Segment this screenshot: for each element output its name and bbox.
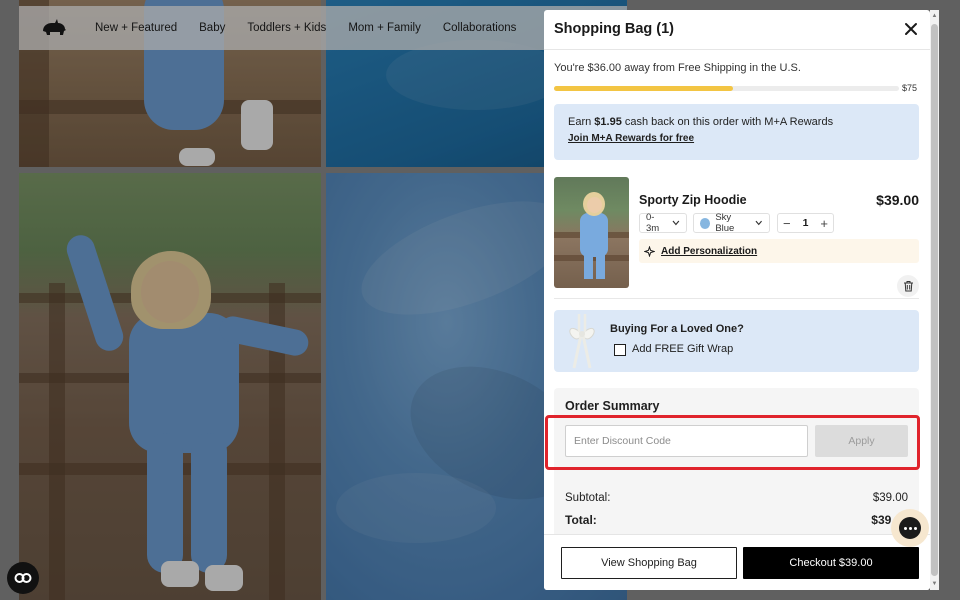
shipping-threshold: $75 — [902, 83, 918, 93]
gift-wrap-checkbox[interactable] — [614, 344, 626, 356]
order-summary: Order Summary Apply Subtotal: $39.00 Tot… — [554, 388, 919, 538]
drawer-header: Shopping Bag (1) — [544, 10, 930, 50]
rewards-prefix: Earn — [568, 116, 595, 128]
gift-title: Buying For a Loved One? — [610, 323, 744, 335]
scrollbar-thumb[interactable] — [931, 24, 938, 576]
item-price: $39.00 — [876, 192, 919, 208]
quantity-value: 1 — [802, 217, 809, 229]
gift-wrap-label[interactable]: Add FREE Gift Wrap — [632, 343, 733, 355]
product-thumbnail[interactable] — [554, 177, 629, 288]
scroll-up-arrow[interactable]: ▲ — [931, 12, 938, 20]
cart-item: Sporty Zip Hoodie $39.00 0-3m Sky Blue −… — [554, 177, 919, 299]
drawer-scrollbar[interactable]: ▲ ▼ — [930, 10, 939, 590]
item-name[interactable]: Sporty Zip Hoodie — [639, 193, 747, 207]
total-row: Total: $39.00 — [565, 513, 908, 527]
personalization-row: Add Personalization — [639, 239, 919, 263]
gift-bow-icon — [569, 314, 595, 369]
quantity-stepper: − 1 + — [777, 213, 834, 233]
size-value: 0-3m — [646, 212, 660, 234]
remove-item-button[interactable] — [897, 275, 919, 297]
chevron-down-icon — [755, 220, 763, 226]
color-swatch — [700, 217, 711, 229]
color-select[interactable]: Sky Blue — [693, 212, 770, 234]
increase-quantity-button[interactable]: + — [820, 217, 828, 230]
chevron-down-icon — [672, 220, 680, 226]
drawer-title: Shopping Bag (1) — [554, 21, 675, 37]
drawer-footer: View Shopping Bag Checkout $39.00 — [544, 534, 930, 590]
checkout-button[interactable]: Checkout $39.00 — [743, 547, 919, 579]
order-summary-title: Order Summary — [565, 399, 660, 413]
decrease-quantity-button[interactable]: − — [783, 217, 791, 230]
subtotal-value: $39.00 — [872, 492, 908, 504]
total-label: Total: — [565, 513, 597, 527]
scroll-down-arrow[interactable]: ▼ — [931, 580, 938, 588]
gift-wrap-section: Buying For a Loved One? Add FREE Gift Wr… — [554, 310, 919, 372]
rewards-suffix: cash back on this order with M+A Rewards — [621, 116, 834, 128]
shipping-progress-fill — [554, 86, 734, 91]
subtotal-row: Subtotal: $39.00 — [565, 492, 908, 504]
join-rewards-link[interactable]: Join M+A Rewards for free — [568, 133, 694, 144]
chat-button[interactable] — [891, 509, 929, 547]
free-shipping-message: You're $36.00 away from Free Shipping in… — [554, 62, 801, 74]
trash-icon — [903, 281, 913, 292]
rewards-banner: Earn $1.95 cash back on this order with … — [554, 104, 919, 160]
accessibility-icon — [14, 573, 32, 583]
rewards-text: Earn $1.95 cash back on this order with … — [568, 116, 905, 128]
size-select[interactable]: 0-3m — [639, 212, 687, 234]
add-personalization-link[interactable]: Add Personalization — [661, 246, 757, 257]
discount-code-input[interactable] — [565, 425, 808, 457]
sparkle-icon — [644, 245, 655, 257]
chat-icon — [899, 517, 921, 539]
view-shopping-bag-button[interactable]: View Shopping Bag — [561, 547, 737, 579]
close-icon[interactable] — [902, 20, 920, 38]
subtotal-label: Subtotal: — [565, 492, 611, 504]
color-value: Sky Blue — [715, 212, 735, 234]
rewards-amount: $1.95 — [594, 116, 622, 128]
apply-discount-button[interactable]: Apply — [815, 425, 908, 457]
shipping-progress-bar — [554, 86, 899, 91]
accessibility-button[interactable] — [7, 562, 39, 594]
shopping-bag-drawer: Shopping Bag (1) You're $36.00 away from… — [544, 10, 930, 590]
